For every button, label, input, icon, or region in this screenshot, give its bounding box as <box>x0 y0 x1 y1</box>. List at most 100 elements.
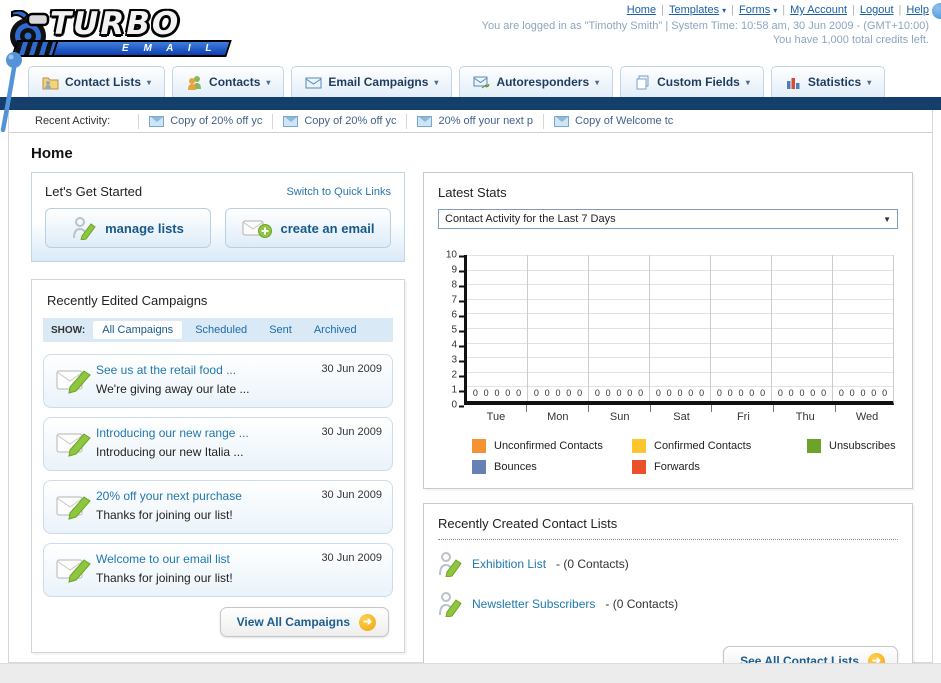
bar-value-label: 0 <box>738 388 744 398</box>
contact-list-link[interactable]: Newsletter Subscribers <box>472 597 595 611</box>
latest-stats-title: Latest Stats <box>438 185 507 200</box>
main-nav-tabs: Contact Lists ▾ Contacts ▾ Email Campaig… <box>0 66 941 97</box>
contact-list-count: - (0 Contacts) <box>556 557 629 571</box>
bar-value-label: 0 <box>677 388 683 398</box>
nav-link-my-account[interactable]: My Account <box>790 4 847 16</box>
logo-text: TURBO <box>50 6 181 42</box>
legend-swatch-icon <box>632 439 646 453</box>
filter-archived[interactable]: Archived <box>305 321 366 339</box>
bar-value-label: 0 <box>577 388 583 398</box>
bar-value-label: 0 <box>688 388 694 398</box>
chart-yaxis: 0 1 2 3 4 5 6 7 8 9 10 <box>440 250 465 411</box>
nav-link-logout[interactable]: Logout <box>860 4 894 16</box>
person-pencil-icon <box>439 592 462 617</box>
contact-list-link[interactable]: Exhibition List <box>472 557 546 571</box>
header: TURBO E M A I L Home | Templates ▾ | Forms ▾… <box>0 0 941 64</box>
chart-day-group: 00000 <box>710 255 771 401</box>
campaign-subtitle: Thanks for joining our list! <box>96 508 233 522</box>
latest-stats-panel: Latest Stats Contact Activity for the La… <box>423 172 913 489</box>
y-tick-label: 7 <box>451 294 464 306</box>
y-tick-label: 5 <box>451 324 464 336</box>
bar-value-label: 0 <box>666 388 672 398</box>
y-tick-label: 10 <box>445 249 465 261</box>
bar-value-label: 0 <box>716 388 722 398</box>
recent-activity-item[interactable]: Copy of 20% off yc <box>272 113 406 129</box>
manage-lists-button[interactable]: manage lists <box>45 208 211 248</box>
campaign-title-link[interactable]: Welcome to our email list <box>96 552 321 566</box>
create-email-button[interactable]: create an email <box>225 208 391 248</box>
x-tick-label: Mon <box>525 405 589 425</box>
campaign-subtitle: Introducing our new Italia ... <box>96 445 244 459</box>
legend-item: Bounces <box>472 460 632 474</box>
envelope-icon <box>283 115 299 127</box>
bar-value-label: 0 <box>616 388 622 398</box>
campaign-title-link[interactable]: Introducing our new range ... <box>96 426 321 440</box>
campaign-title-link[interactable]: 20% off your next purchase <box>96 489 321 503</box>
legend-item: Unsubscribes <box>807 439 941 453</box>
filter-scheduled[interactable]: Scheduled <box>186 321 256 339</box>
stats-period-select[interactable]: Contact Activity for the Last 7 Days ▼ <box>438 209 898 229</box>
filter-all-campaigns[interactable]: All Campaigns <box>93 321 183 339</box>
chevron-down-icon: ▾ <box>745 77 750 87</box>
chart-plot: 00000000000000000000000000000000000 <box>464 255 894 405</box>
campaign-title-link[interactable]: See us at the retail food ... <box>96 363 321 377</box>
page-title: Home <box>31 145 73 162</box>
y-tick-label: 9 <box>451 264 464 276</box>
x-tick-label: Thu <box>773 405 836 425</box>
bar-value-label: 0 <box>838 388 844 398</box>
tab-email-campaigns[interactable]: Email Campaigns ▾ <box>291 66 453 97</box>
y-tick-label: 3 <box>451 354 464 366</box>
recent-activity-item[interactable]: Copy of Welcome tc <box>543 113 683 129</box>
tab-autoresponders[interactable]: Autoresponders ▾ <box>459 66 614 97</box>
credits-text: You have 1,000 total credits left. <box>772 34 929 46</box>
recent-activity-item[interactable]: 20% off your next p <box>406 113 543 129</box>
campaign-row[interactable]: See us at the retail food ... We're givin… <box>43 354 393 408</box>
contact-list-count: - (0 Contacts) <box>605 597 679 611</box>
y-tick-label: 2 <box>451 369 464 381</box>
chevron-down-icon: ▾ <box>434 77 439 87</box>
tab-contacts[interactable]: Contacts ▾ <box>172 66 285 97</box>
recent-activity-item[interactable]: Copy of 20% off yc <box>138 113 272 129</box>
bar-value-label: 0 <box>627 388 633 398</box>
nav-link-help[interactable]: Help <box>906 4 929 16</box>
tab-custom-fields[interactable]: Custom Fields ▾ <box>620 66 764 97</box>
campaign-row[interactable]: Welcome to our email list Thanks for join… <box>43 543 393 597</box>
chart-legend: Unconfirmed Contacts Confirmed Contacts Un… <box>472 439 898 474</box>
switch-quick-links-link[interactable]: Switch to Quick Links <box>286 186 391 198</box>
y-tick-label: 4 <box>451 339 464 351</box>
tab-statistics[interactable]: Statistics ▾ <box>770 66 886 97</box>
view-all-campaigns-button[interactable]: View All Campaigns ➜ <box>219 607 389 637</box>
campaign-date: 30 Jun 2009 <box>321 363 382 375</box>
tab-contact-lists[interactable]: Contact Lists ▾ <box>28 66 166 97</box>
campaign-row[interactable]: Introducing our new range ... Introducing… <box>43 417 393 471</box>
x-tick-label: Wed <box>835 405 898 425</box>
filter-sent[interactable]: Sent <box>260 321 301 339</box>
nav-link-forms[interactable]: Forms <box>739 4 770 16</box>
nav-link-home[interactable]: Home <box>627 4 656 16</box>
bar-value-label: 0 <box>655 388 661 398</box>
bar-value-label: 0 <box>821 388 827 398</box>
envelope-icon <box>554 115 570 127</box>
contact-lists-panel: Recently Created Contact Lists Exhibitio… <box>423 503 913 683</box>
envelope-edit-icon <box>56 363 96 399</box>
legend-item: Forwards <box>632 460 807 474</box>
bar-value-label: 0 <box>566 388 572 398</box>
x-tick-label: Tue <box>486 411 506 423</box>
chevron-down-icon: ▾ <box>147 77 152 87</box>
bar-value-label: 0 <box>505 388 511 398</box>
legend-swatch-icon <box>632 460 646 474</box>
campaign-row[interactable]: 20% off your next purchase Thanks for joi… <box>43 480 393 534</box>
nav-link-templates[interactable]: Templates <box>669 4 719 16</box>
campaign-date: 30 Jun 2009 <box>321 426 382 438</box>
legend-label: Unconfirmed Contacts <box>494 440 603 452</box>
chart-day-group: 00000 <box>649 255 710 401</box>
campaign-date: 30 Jun 2009 <box>321 489 382 501</box>
envelope-icon <box>305 75 322 90</box>
bar-value-label: 0 <box>810 388 816 398</box>
legend-label: Forwards <box>654 461 700 473</box>
recent-activity-bar: Recent Activity: Copy of 20% off yc Copy… <box>9 110 932 133</box>
bar-value-label: 0 <box>472 388 478 398</box>
campaigns-title: Recently Edited Campaigns <box>47 293 208 308</box>
chevron-down-icon: ▾ <box>867 77 872 87</box>
campaigns-filter-bar: SHOW: All Campaigns Scheduled Sent Archi… <box>43 318 393 342</box>
